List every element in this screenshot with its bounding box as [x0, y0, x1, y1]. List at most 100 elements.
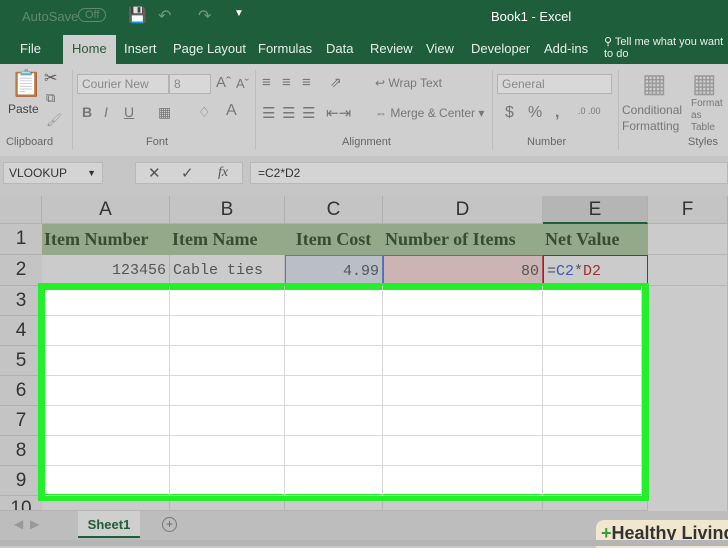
insert-function-icon[interactable]: fx [218, 165, 228, 181]
font-size-dropdown[interactable]: 8 [169, 74, 211, 94]
tab-home[interactable]: Home [63, 35, 116, 64]
align-bottom-icon[interactable]: ≡ [302, 74, 311, 91]
cell-e2-editing[interactable]: =C2*D2 [543, 255, 648, 286]
row-header-9[interactable]: 9 [0, 466, 42, 496]
highlighted-range-rows-3-9[interactable] [38, 283, 649, 501]
undo-icon[interactable]: ↶ [158, 6, 171, 26]
conditional-formatting-button[interactable]: Conditional Formatting [622, 102, 688, 134]
comma-icon[interactable]: , [555, 104, 559, 122]
cancel-icon[interactable]: ✕ [148, 164, 161, 182]
cell-d9[interactable] [383, 466, 543, 496]
tab-view[interactable]: View [426, 41, 454, 56]
align-center-icon[interactable]: ☰ [282, 104, 295, 122]
align-left-icon[interactable]: ☰ [262, 104, 275, 122]
cell-a5[interactable] [45, 346, 170, 376]
row-header-4[interactable]: 4 [0, 316, 42, 346]
cell-d2[interactable]: 80 [383, 255, 543, 286]
cell-d4[interactable] [383, 316, 543, 346]
cell-e3[interactable] [543, 286, 642, 316]
save-icon[interactable]: 💾 [128, 6, 147, 24]
cell-c6[interactable] [285, 376, 383, 406]
row-header-8[interactable]: 8 [0, 436, 42, 466]
cell-e5[interactable] [543, 346, 642, 376]
autosave-toggle[interactable]: Off [78, 8, 107, 22]
cell-a2[interactable]: 123456 [42, 255, 170, 286]
number-format-dropdown[interactable]: General [497, 74, 612, 94]
italic-button[interactable]: I [104, 104, 108, 120]
cell-f1[interactable] [648, 224, 728, 255]
cell-a9[interactable] [45, 466, 170, 496]
column-header-a[interactable]: A [42, 196, 170, 224]
fill-color-icon[interactable]: ♢ [198, 104, 211, 121]
column-header-f[interactable]: F [648, 196, 728, 224]
cell-b4[interactable] [170, 316, 285, 346]
format-table-button[interactable]: Format as Table [691, 98, 727, 134]
cell-b8[interactable] [170, 436, 285, 466]
indent-icon[interactable]: ⇤⇥ [326, 104, 351, 122]
cell-c2[interactable]: 4.99 [285, 255, 383, 286]
cell-d8[interactable] [383, 436, 543, 466]
cell-c9[interactable] [285, 466, 383, 496]
formula-input[interactable]: =C2*D2 [250, 162, 728, 184]
align-right-icon[interactable]: ☰ [302, 104, 315, 122]
tell-me-search[interactable]: ⚲ Tell me what you want to do [604, 36, 724, 60]
enter-check-icon[interactable]: ✓ [181, 164, 194, 182]
cell-b5[interactable] [170, 346, 285, 376]
tab-review[interactable]: Review [370, 41, 413, 56]
cell-c5[interactable] [285, 346, 383, 376]
tab-insert[interactable]: Insert [124, 41, 157, 56]
cut-icon[interactable]: ✂ [44, 68, 57, 88]
orientation-icon[interactable]: ⇗ [330, 74, 342, 91]
sheet-tab-sheet1[interactable]: Sheet1 [78, 511, 140, 538]
wrap-text-button[interactable]: ↩ Wrap Text [375, 76, 442, 90]
cell-c7[interactable] [285, 406, 383, 436]
decrease-font-icon[interactable]: Aˇ [236, 76, 249, 91]
column-header-d[interactable]: D [383, 196, 543, 224]
cell-d5[interactable] [383, 346, 543, 376]
tab-add-ins[interactable]: Add-ins [544, 41, 588, 56]
name-box[interactable]: VLOOKUP ▼ [3, 162, 103, 184]
cell-a1[interactable]: Item Number [42, 224, 170, 255]
scroll-left-icon[interactable]: ◀ [14, 517, 23, 531]
cell-d1[interactable]: Number of Items [383, 224, 543, 255]
copy-icon[interactable]: ⧉ [46, 90, 55, 106]
cell-e8[interactable] [543, 436, 642, 466]
column-header-b[interactable]: B [170, 196, 285, 224]
cell-d7[interactable] [383, 406, 543, 436]
cell-b2[interactable]: Cable ties [170, 255, 285, 286]
bold-button[interactable]: B [82, 104, 92, 120]
align-middle-icon[interactable]: ≡ [282, 74, 291, 91]
cell-b9[interactable] [170, 466, 285, 496]
tab-page-layout[interactable]: Page Layout [173, 41, 246, 56]
font-name-dropdown[interactable]: Courier New [77, 74, 169, 94]
row-header-3[interactable]: 3 [0, 286, 42, 316]
cell-a8[interactable] [45, 436, 170, 466]
cell-e6[interactable] [543, 376, 642, 406]
redo-icon[interactable]: ↷ [198, 6, 211, 26]
cell-f2[interactable] [648, 255, 728, 286]
row-header-10[interactable]: 10 [0, 496, 42, 511]
customize-qat-icon[interactable]: ▼ [234, 8, 244, 19]
format-painter-icon[interactable]: 🖌 [46, 112, 63, 128]
align-top-icon[interactable]: ≡ [262, 74, 271, 91]
percent-icon[interactable]: % [528, 104, 542, 122]
merge-center-button[interactable]: ⇔ Merge & Center ▾ [375, 106, 484, 120]
cell-a3[interactable] [45, 286, 170, 316]
tab-developer[interactable]: Developer [471, 41, 530, 56]
font-color-icon[interactable]: A [226, 102, 237, 120]
row-header-2[interactable]: 2 [0, 255, 42, 286]
cell-c3[interactable] [285, 286, 383, 316]
cell-e4[interactable] [543, 316, 642, 346]
cell-d3[interactable] [383, 286, 543, 316]
column-header-c[interactable]: C [285, 196, 383, 224]
paste-button[interactable]: Paste [8, 102, 39, 116]
cell-a4[interactable] [45, 316, 170, 346]
cell-a7[interactable] [45, 406, 170, 436]
cell-b7[interactable] [170, 406, 285, 436]
cell-b6[interactable] [170, 376, 285, 406]
cell-e7[interactable] [543, 406, 642, 436]
tab-data[interactable]: Data [326, 41, 353, 56]
cell-d6[interactable] [383, 376, 543, 406]
decimal-icons[interactable]: .0 .00 [578, 106, 601, 116]
currency-icon[interactable]: $ [505, 104, 514, 122]
